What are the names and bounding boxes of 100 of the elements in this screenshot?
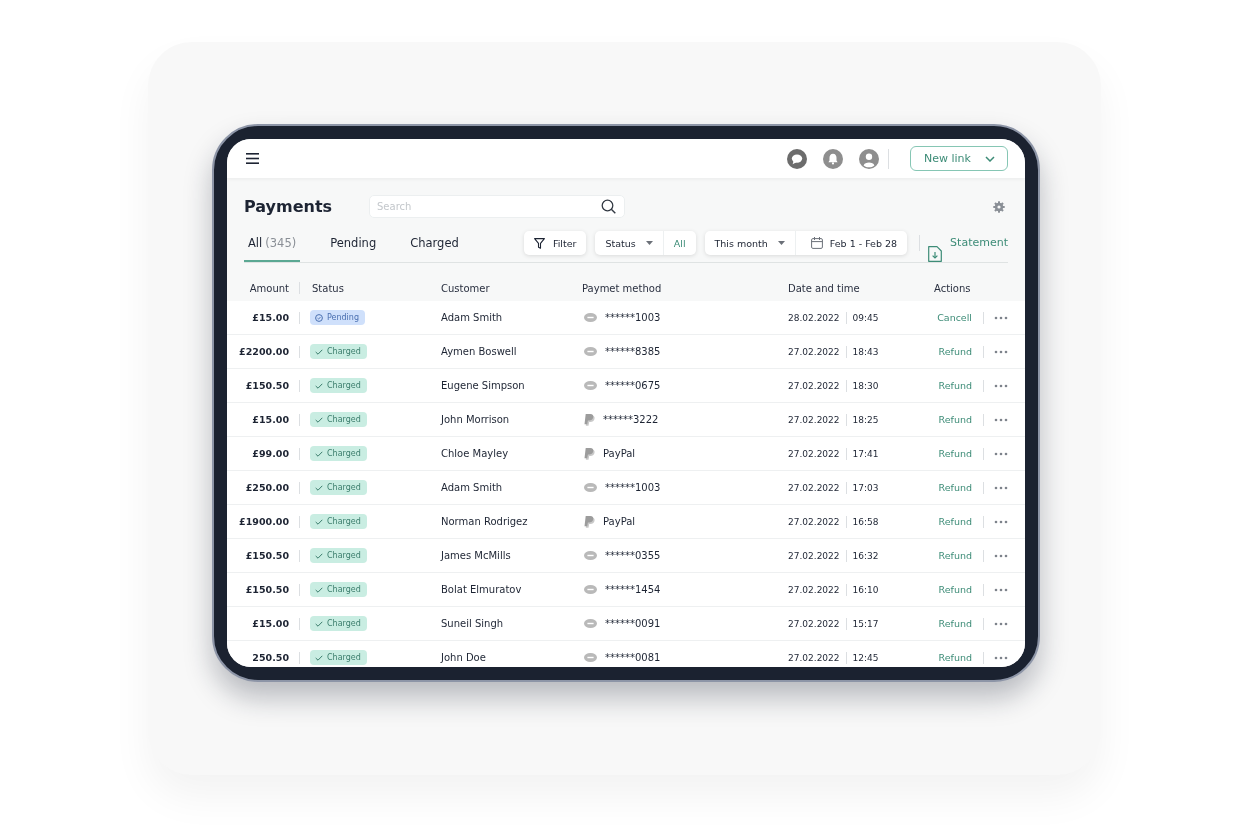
status-badge: Charged [310,378,367,393]
date-text: 27.02.2022 [788,652,840,663]
action-link[interactable]: Refund [938,516,972,527]
date-text: 27.02.2022 [788,550,840,561]
statement-link[interactable]: Statement [950,231,1008,255]
date-text: 27.02.2022 [788,414,840,425]
date-text: 27.02.2022 [788,346,840,357]
customer-name: Bolat Elmuratov [441,584,522,595]
more-icon[interactable] [994,587,1008,592]
status-dropdown[interactable]: Status [595,231,663,255]
customer-name: Aymen Boswell [441,346,517,357]
status-badge: Charged [310,480,367,495]
date-text: 27.02.2022 [788,516,840,527]
new-link-button[interactable]: New link [910,146,1008,171]
payment-logo-icon [584,653,597,662]
column-header: Actions [934,282,971,294]
status-badge: Charged [310,650,367,665]
status-badge: Charged [310,412,367,427]
download-file-icon[interactable] [928,246,943,262]
tab[interactable]: Charged [406,231,463,262]
amount-text: £15.00 [252,618,289,629]
column-header: Paymet method [582,282,662,294]
date-text: 27.02.2022 [788,380,840,391]
customer-name: John Morrison [441,414,510,425]
search-icon[interactable] [601,199,616,214]
more-icon[interactable] [994,485,1008,490]
status-value[interactable]: All [663,231,696,255]
settings-icon[interactable] [993,200,1005,213]
check-icon [315,552,323,559]
customer-name: James McMills [441,550,511,561]
amount-text: £250.00 [245,482,289,493]
column-header: Status [312,282,344,294]
amount-text: £15.00 [252,414,289,425]
payment-method-text: ******1003 [605,482,661,493]
status-badge: Charged [310,446,367,461]
column-header: Date and time [788,282,860,294]
more-icon[interactable] [994,383,1008,388]
action-link[interactable]: Refund [938,482,972,493]
status-badge: Charged [310,344,367,359]
more-icon[interactable] [994,315,1008,320]
action-link[interactable]: Refund [938,346,972,357]
time-text: 12:45 [852,652,879,663]
time-text: 16:32 [852,550,879,561]
more-icon[interactable] [994,621,1008,626]
user-avatar-icon[interactable] [859,148,879,169]
payment-logo-icon [584,585,597,594]
bell-icon[interactable] [823,148,843,169]
action-link[interactable]: Refund [938,652,972,663]
payment-logo-icon [584,313,597,322]
check-icon [315,586,323,593]
date-range-button[interactable]: Feb 1 - Feb 28 [795,231,908,255]
filter-button[interactable]: Filter [523,231,587,255]
check-icon [315,484,323,491]
customer-name: Adam Smith [441,312,503,323]
time-text: 16:10 [852,584,879,595]
more-icon[interactable] [994,349,1008,354]
action-link[interactable]: Refund [938,448,972,459]
action-link[interactable]: Refund [938,550,972,561]
payment-method-text: ******0081 [605,652,661,663]
more-icon[interactable] [994,519,1008,524]
action-link[interactable]: Refund [938,380,972,391]
filter-icon [533,237,545,249]
customer-name: Suneil Singh [441,618,504,629]
caret-icon [777,241,785,245]
payment-logo-icon [584,551,597,560]
amount-text: £2200.00 [239,346,289,357]
tab[interactable]: All (345) [244,231,301,262]
status-badge: Charged [310,582,367,597]
more-icon[interactable] [994,655,1008,660]
check-icon [315,416,323,423]
more-icon[interactable] [994,451,1008,456]
time-text: 18:25 [852,414,879,425]
paypal-icon [584,413,595,426]
action-link[interactable]: Refund [938,618,972,629]
customer-name: Norman Rodrigez [441,516,528,527]
amount-text: £150.50 [245,550,289,561]
action-link[interactable]: Refund [938,584,972,595]
menu-icon[interactable] [246,153,259,164]
customer-name: Chloe Mayley [441,448,509,459]
check-icon [315,518,323,525]
tab[interactable]: Pending [326,231,381,262]
time-text: 18:43 [852,346,879,357]
period-dropdown[interactable]: This month [704,231,795,255]
customer-name: John Doe [441,652,486,663]
action-link[interactable]: Refund [938,414,972,425]
date-text: 27.02.2022 [788,584,840,595]
search-field[interactable]: Search [369,195,625,218]
more-icon[interactable] [994,417,1008,422]
payment-method-text: ******0355 [605,550,661,561]
more-icon[interactable] [994,553,1008,558]
payment-logo-icon [584,619,597,628]
amount-text: £99.00 [252,448,289,459]
chat-icon[interactable] [787,148,807,169]
paypal-icon [584,447,595,460]
payment-logo-icon [584,381,597,390]
action-link[interactable]: Cancell [937,312,972,323]
payment-method-text: PayPal [603,516,636,527]
payment-logo-icon [584,347,597,356]
column-header: Customer [441,282,490,294]
caret-icon [645,241,653,245]
